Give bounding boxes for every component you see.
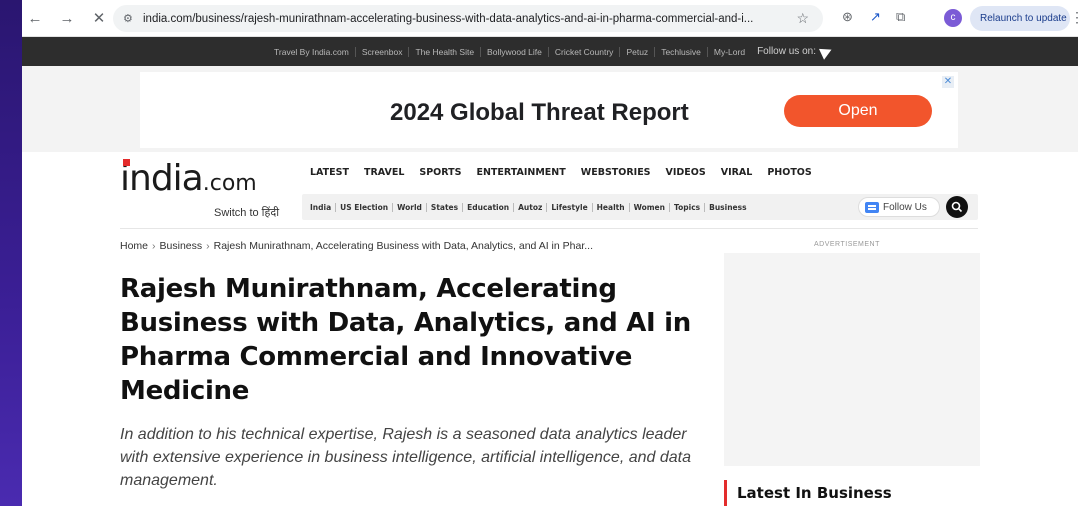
telegram-icon[interactable] bbox=[818, 43, 835, 60]
search-button[interactable] bbox=[946, 196, 968, 218]
url-text[interactable]: india.com/business/rajesh-munirathnam-ac… bbox=[143, 13, 783, 25]
forward-icon[interactable]: → bbox=[56, 7, 78, 29]
sub-nav-item[interactable]: Business bbox=[705, 203, 750, 212]
google-news-icon bbox=[865, 201, 879, 213]
extensions-puzzle-icon[interactable]: ⧉ bbox=[896, 9, 905, 25]
partner-link[interactable]: Bollywood Life bbox=[481, 46, 549, 57]
main-nav-item[interactable]: PHOTOS bbox=[767, 167, 811, 178]
browser-window: ← → ✕ ⚙ india.com/business/rajesh-munira… bbox=[22, 0, 1078, 506]
relaunch-button[interactable]: Relaunch to update bbox=[970, 6, 1070, 31]
bookmark-star-icon[interactable]: ☆ bbox=[796, 10, 809, 27]
main-nav-item[interactable]: VIRAL bbox=[721, 167, 753, 178]
article-title: Rajesh Munirathnam, Accelerating Busines… bbox=[120, 274, 691, 406]
site-logo[interactable]: india.com bbox=[120, 158, 257, 199]
ad-banner[interactable]: 2024 Global Threat Report Open ✕ bbox=[140, 72, 958, 148]
main-nav-item[interactable]: SPORTS bbox=[419, 167, 461, 178]
partner-link[interactable]: My-Lord bbox=[708, 47, 751, 57]
menu-kebab-icon[interactable]: ⋮ bbox=[1070, 9, 1078, 26]
advertisement-slot[interactable] bbox=[724, 253, 980, 466]
logo-suffix: .com bbox=[202, 171, 257, 196]
logo-main: india bbox=[120, 158, 204, 199]
sub-nav-item[interactable]: Women bbox=[630, 202, 670, 212]
header-divider bbox=[120, 228, 978, 229]
profile-avatar[interactable]: c bbox=[944, 9, 962, 27]
extension-icon-1[interactable]: ⊛ bbox=[842, 9, 853, 25]
partner-links-strip: Travel By India.com Screenbox The Health… bbox=[22, 37, 1078, 66]
main-nav-item[interactable]: TRAVEL bbox=[364, 167, 404, 178]
follow-us-on-label: Follow us on: bbox=[757, 46, 816, 57]
ad-close-icon[interactable]: ✕ bbox=[942, 76, 954, 88]
background-left bbox=[0, 0, 22, 506]
logo-dot bbox=[123, 159, 130, 166]
partner-link[interactable]: Travel By India.com bbox=[268, 46, 356, 57]
site-settings-icon[interactable]: ⚙ bbox=[123, 12, 139, 25]
breadcrumb: Home › Business › Rajesh Munirathnam, Accele… bbox=[120, 240, 593, 252]
extension-icon-2[interactable]: ↗ bbox=[870, 9, 881, 25]
sub-nav-item[interactable]: Topics bbox=[670, 202, 706, 212]
sub-nav-item[interactable]: World bbox=[393, 202, 427, 212]
follow-us-on: Follow us on: bbox=[757, 43, 835, 60]
sub-nav-item[interactable]: Education bbox=[463, 202, 515, 212]
main-nav-item[interactable]: LATEST bbox=[310, 167, 349, 178]
address-bar[interactable]: ⚙ india.com/business/rajesh-munirathnam-… bbox=[113, 5, 823, 32]
breadcrumb-current: Rajesh Munirathnam, Accelerating Busines… bbox=[213, 240, 593, 252]
article-summary: In addition to his technical expertise, … bbox=[120, 426, 691, 489]
partner-link[interactable]: Petuz bbox=[620, 46, 656, 57]
breadcrumb-separator: › bbox=[206, 240, 210, 252]
sub-nav-item[interactable]: Autoz bbox=[514, 202, 548, 212]
sub-nav-item[interactable]: States bbox=[427, 202, 464, 212]
ad-title: 2024 Global Threat Report bbox=[390, 99, 689, 126]
ad-open-button[interactable]: Open bbox=[784, 95, 932, 127]
main-nav-item[interactable]: WEBSTORIES bbox=[581, 167, 651, 178]
partner-link[interactable]: Screenbox bbox=[356, 46, 410, 57]
back-icon[interactable]: ← bbox=[24, 7, 46, 29]
search-icon bbox=[951, 201, 963, 213]
main-nav-item[interactable]: VIDEOS bbox=[666, 167, 706, 178]
breadcrumb-separator: › bbox=[152, 240, 156, 252]
language-switch-link[interactable]: Switch to हिंदी bbox=[214, 205, 279, 220]
follow-us-label: Follow Us bbox=[883, 201, 927, 213]
sub-nav-item[interactable]: Lifestyle bbox=[547, 202, 593, 212]
main-nav-item[interactable]: ENTERTAINMENT bbox=[476, 167, 565, 178]
browser-toolbar: ← → ✕ ⚙ india.com/business/rajesh-munira… bbox=[22, 0, 1078, 37]
sub-nav-item[interactable]: India bbox=[306, 202, 337, 212]
ad-banner-area: 2024 Global Threat Report Open ✕ bbox=[22, 66, 1078, 152]
partner-link[interactable]: The Health Site bbox=[409, 46, 482, 57]
sub-nav-item[interactable]: US Election bbox=[336, 202, 394, 212]
main-nav: LATEST TRAVEL SPORTS ENTERTAINMENT WEBST… bbox=[310, 167, 827, 178]
follow-us-button[interactable]: Follow Us bbox=[858, 197, 940, 217]
breadcrumb-home[interactable]: Home bbox=[120, 240, 148, 252]
close-icon[interactable]: ✕ bbox=[88, 7, 110, 29]
breadcrumb-section[interactable]: Business bbox=[160, 240, 203, 252]
latest-in-business-heading: Latest In Business bbox=[724, 480, 892, 506]
partner-link[interactable]: Cricket Country bbox=[549, 46, 621, 57]
sub-nav-item[interactable]: Health bbox=[593, 202, 630, 212]
partner-link[interactable]: Techlusive bbox=[655, 46, 708, 57]
advertisement-label: ADVERTISEMENT bbox=[814, 241, 880, 248]
